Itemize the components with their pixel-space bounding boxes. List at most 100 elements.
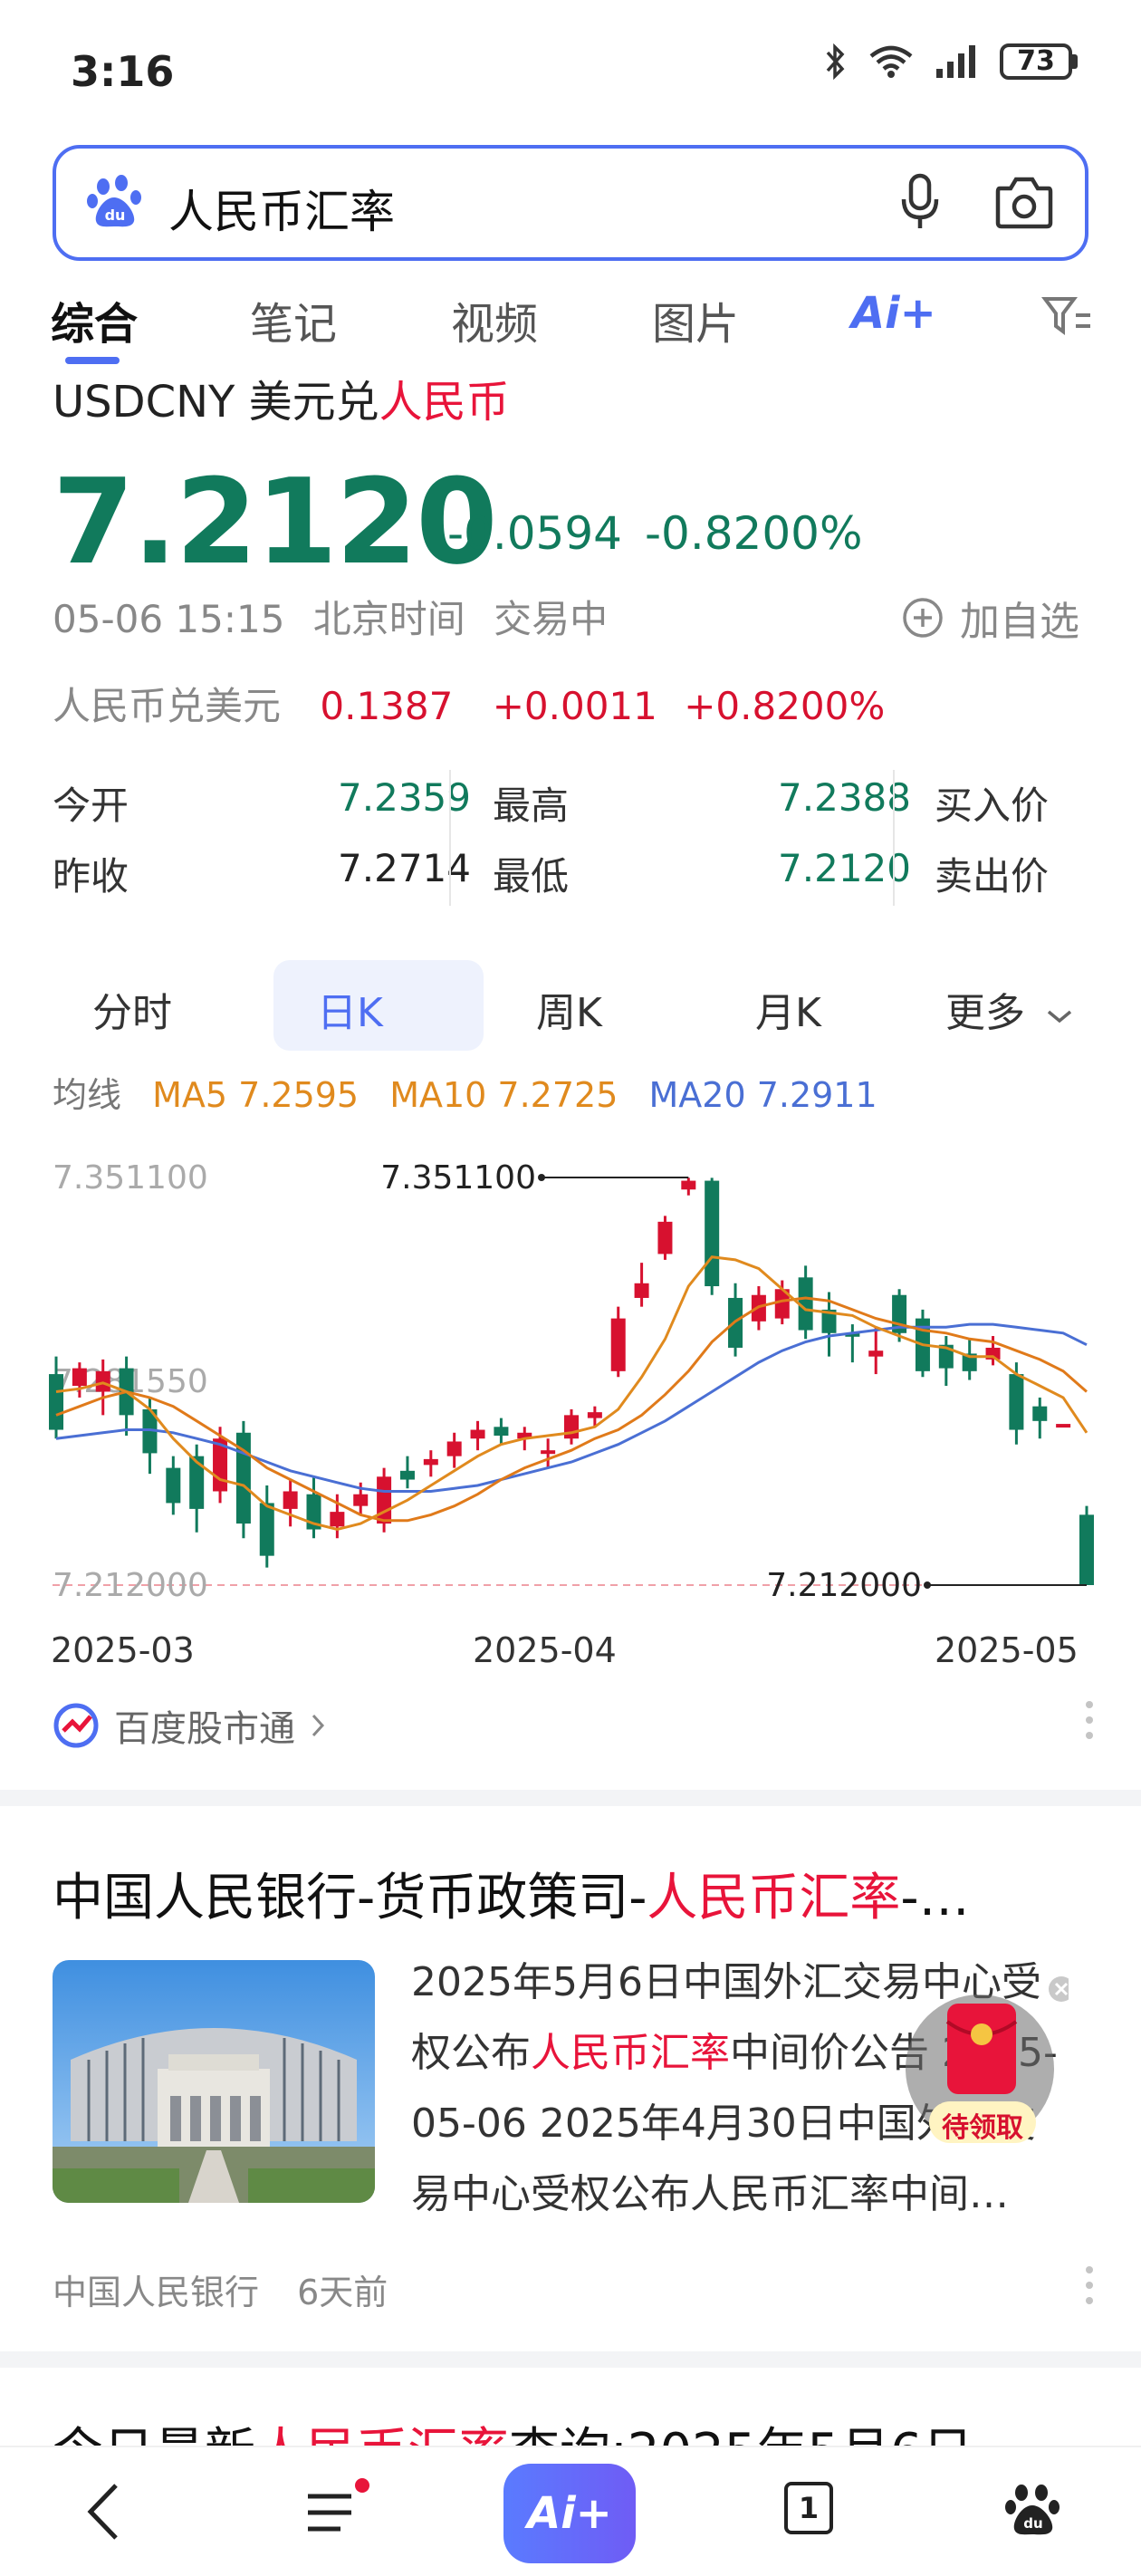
more-options-icon[interactable] — [1083, 2264, 1096, 2306]
reverse-change: +0.0011 — [492, 684, 657, 728]
chart-source-link[interactable]: 百度股市通 — [53, 1699, 328, 1752]
battery-indicator: 73 — [1000, 43, 1078, 80]
chevron-down-icon — [1047, 1010, 1072, 1024]
menu-icon[interactable] — [304, 2478, 369, 2545]
x-tick-label: 2025-03 — [51, 1630, 195, 1670]
candle-body — [1032, 1406, 1048, 1421]
battery-tip — [1072, 54, 1078, 69]
min-annotation-dot — [924, 1581, 931, 1589]
candle-body — [353, 1494, 369, 1506]
open-label: 今开 — [53, 783, 129, 828]
search-input[interactable]: 人民币汇率 — [168, 176, 395, 241]
tabs-count-button[interactable]: 1 — [784, 2482, 833, 2534]
current-price: 7.2120 — [53, 453, 498, 591]
prev-close-value: 7.2714 — [338, 846, 471, 890]
pair-title[interactable]: USDCNY 美元兑人民币 — [53, 366, 510, 429]
candle-body — [657, 1221, 673, 1254]
period-tab-more-label: 更多 — [945, 990, 1025, 1036]
max-annotation-label: 7.351100 — [380, 1159, 536, 1197]
filter-icon[interactable] — [1041, 295, 1092, 337]
candle-body — [610, 1318, 626, 1371]
search-box[interactable]: du 人民币汇率 — [53, 145, 1088, 261]
ma20-line — [55, 1322, 1088, 1493]
tab-images[interactable]: 图片 — [652, 288, 739, 351]
news-title-highlight: 人民币汇率 — [647, 1869, 901, 1927]
period-tab-monthly[interactable]: 月K — [755, 980, 821, 1038]
max-annotation-dot — [538, 1174, 545, 1181]
baidu-home-icon[interactable]: du — [1003, 2480, 1061, 2538]
candlestick-chart[interactable]: 7.3511007.2815507.2120007.3511007.212000 — [0, 1123, 1141, 1685]
plus-circle-icon — [903, 598, 943, 638]
period-tab-more[interactable]: 更多 — [945, 980, 1074, 1038]
period-tabs: 分时 日K 周K 月K 更多 — [53, 960, 1094, 1051]
baidu-paw-icon: du — [87, 175, 141, 227]
svg-text:du: du — [105, 207, 126, 224]
ma-label: 均线 — [53, 1075, 122, 1115]
period-tab-weekly[interactable]: 周K — [536, 980, 602, 1038]
quote-meta: 05-06 15:15 北京时间 交易中 — [53, 589, 608, 644]
candle-body — [423, 1458, 438, 1466]
pair-desc-highlight: 人民币 — [379, 377, 510, 428]
x-tick-label: 2025-05 — [935, 1630, 1079, 1670]
tab-video[interactable]: 视频 — [451, 288, 538, 351]
news-thumbnail[interactable] — [53, 1960, 375, 2203]
add-watchlist-button[interactable]: 加自选 — [902, 589, 1079, 647]
reverse-quote[interactable]: 人民币兑美元 0.1387 +0.0011 +0.8200% — [53, 676, 885, 731]
low-value: 7.2120 — [778, 846, 911, 890]
news-title-part: 中国人民银行-货币政策司- — [53, 1869, 647, 1927]
high-value: 7.2388 — [778, 775, 911, 820]
y-tick-label: 7.212000 — [53, 1567, 208, 1604]
tab-all[interactable]: 综合 — [51, 288, 138, 351]
trade-status: 交易中 — [494, 597, 609, 641]
ma5-line — [55, 1255, 1088, 1532]
news-title[interactable]: 中国人民银行-货币政策司-人民币汇率-… — [53, 1857, 970, 1930]
status-bar: 3:16 73 — [0, 0, 1141, 136]
tab-notes[interactable]: 笔记 — [250, 288, 337, 351]
more-options-icon[interactable] — [1083, 1699, 1096, 1741]
reverse-change-percent: +0.8200% — [684, 684, 886, 728]
svg-text:du: du — [1023, 2515, 1042, 2532]
quote-datetime: 05-06 15:15 — [53, 597, 285, 641]
news-snippet-part: 权公布 — [411, 2030, 531, 2076]
bottom-nav: Ai+ 1 du — [0, 2446, 1141, 2576]
section-separator — [0, 1790, 1141, 1806]
ask-label: 卖出价 — [935, 854, 1050, 899]
candle-body — [259, 1503, 274, 1556]
news-snippet-line: 易中心受权公布人民币汇率中间… — [411, 2171, 1009, 2217]
candle-body — [564, 1415, 579, 1439]
ai-assistant-button[interactable]: Ai+ — [503, 2464, 636, 2563]
candle-body — [377, 1476, 392, 1524]
pair-code: USDCNY — [53, 377, 235, 428]
red-packet-widget[interactable]: 待领取 — [906, 1975, 1074, 2156]
candle-body — [95, 1370, 110, 1392]
ma10-value: MA10 7.2725 — [389, 1075, 618, 1115]
wifi-icon — [869, 45, 913, 78]
reverse-label: 人民币兑美元 — [53, 684, 282, 728]
candle-body — [166, 1467, 181, 1504]
candle-body — [330, 1512, 345, 1527]
low-label: 最低 — [493, 854, 570, 899]
ma5-value: MA5 7.2595 — [152, 1075, 360, 1115]
chevron-right-icon — [312, 1714, 325, 1737]
stats-divider — [449, 770, 451, 906]
candle-body — [72, 1368, 87, 1387]
tab-ai[interactable]: Ai+ — [851, 288, 936, 339]
microphone-icon[interactable] — [896, 172, 944, 234]
period-tab-intraday[interactable]: 分时 — [92, 980, 172, 1038]
camera-icon[interactable] — [994, 174, 1054, 230]
high-label: 最高 — [493, 783, 570, 828]
stats-divider — [893, 770, 895, 906]
min-annotation-label: 7.212000 — [766, 1567, 922, 1604]
candle-body — [634, 1283, 649, 1298]
battery-level: 73 — [1000, 43, 1072, 80]
ma-legend: 均线 MA5 7.2595 MA10 7.2725 MA20 7.2911 — [53, 1067, 877, 1117]
status-icons: 73 — [824, 43, 1078, 80]
candle-body — [1009, 1374, 1024, 1430]
status-time: 3:16 — [71, 47, 175, 96]
candle-body — [1056, 1424, 1071, 1428]
candle-body — [868, 1350, 884, 1357]
back-arrow-icon[interactable] — [83, 2478, 125, 2545]
quote-stats: 今开 7.2359 昨收 7.2714 最高 7.2388 最低 7.2120 … — [53, 770, 1094, 906]
period-tab-daily[interactable]: 日K — [317, 980, 383, 1038]
news-source-name: 中国人民银行 — [53, 2273, 260, 2312]
